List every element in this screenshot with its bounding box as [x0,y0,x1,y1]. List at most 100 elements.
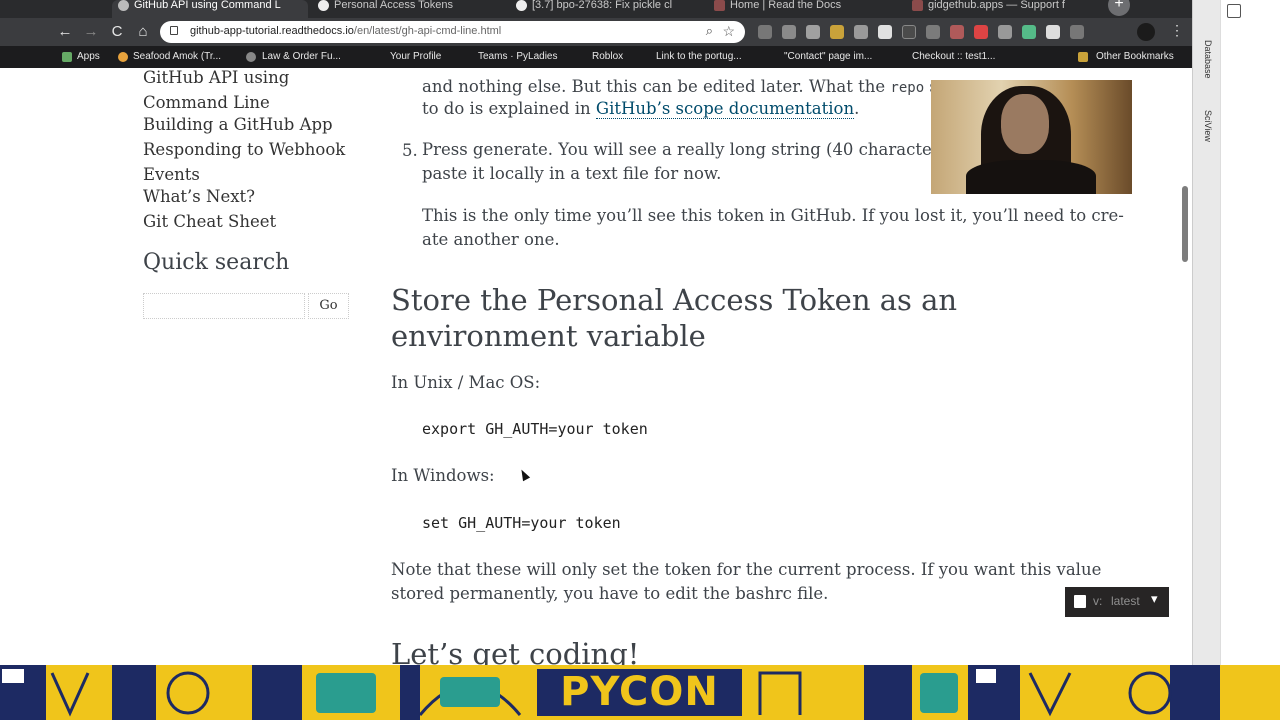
browser-toolbar: ← → C ⌂ github-app-tutorial.readthedocs.… [0,18,1192,46]
extension-icon[interactable] [782,25,796,39]
readthedocs-favicon-icon [714,0,725,11]
webcam-body [966,160,1096,194]
tab-personal-access-tokens[interactable]: Personal Access Tokens [312,0,508,18]
bookmark-checkout[interactable]: Checkout :: test1... [912,51,995,62]
quick-search-input[interactable] [143,293,305,319]
speaker-webcam-image [931,80,1132,194]
windows-label: In Windows: [391,466,495,485]
unix-code-block: export GH_AUTH=your token [422,420,648,438]
bookmark-portuguese-link[interactable]: Link to the portug... [656,51,742,62]
extension-icon[interactable] [830,25,844,39]
bookmark-seafood-amok[interactable]: Seafood Amok (Tr... [133,51,221,62]
nav-link-whats-next[interactable]: What’s Next? [143,187,255,206]
back-button[interactable]: ← [56,23,74,41]
extension-icon[interactable] [1070,25,1084,39]
tab-title: GitHub API using Command L [134,0,281,11]
extension-icon[interactable] [878,25,892,39]
step4-line1: and nothing else. But this can be edited… [422,77,977,96]
nav-link-github-api[interactable]: GitHub API using [143,68,289,87]
step5-number: 5. [402,141,418,160]
step5-line2: paste it locally in a text file for now. [422,164,722,183]
extension-icon[interactable] [1046,25,1060,39]
readthedocs-favicon-icon [912,0,923,11]
tab-gidgethub-apps[interactable]: gidgethub.apps — Support f [906,0,1102,18]
nav-link-building-github-app[interactable]: Building a GitHub App [143,115,333,134]
warning-line2: ate another one. [422,230,560,249]
bookmark-apps[interactable]: Apps [77,51,100,62]
unix-label: In Unix / Mac OS: [391,373,541,392]
github-favicon-icon [318,0,329,11]
page-scrollbar[interactable] [1182,186,1188,262]
bookmark-law-and-order[interactable]: Law & Order Fu... [262,51,341,62]
nav-link-responding-webhook[interactable]: Responding to Webhook [143,140,345,159]
bookmark-favicon-icon [118,52,128,62]
tab-read-the-docs[interactable]: Home | Read the Docs [708,0,904,18]
reload-button[interactable]: C [108,23,126,41]
bookmark-roblox[interactable]: Roblox [592,51,623,62]
extension-icon[interactable] [806,25,820,39]
lock-icon [170,26,178,35]
note-line2: stored permanently, you have to edit the… [391,584,829,603]
bookmark-star-icon[interactable]: ☆ [722,23,735,40]
tab-title: Home | Read the Docs [730,0,842,11]
forward-button[interactable]: → [82,23,100,41]
panel-toggle-icon[interactable] [1227,4,1241,18]
windows-code-block: set GH_AUTH=your token [422,514,621,532]
version-label: latest [1111,594,1140,608]
rtd-version-badge[interactable]: v: latest ▾ [1065,587,1169,617]
home-button[interactable]: ⌂ [134,23,152,41]
url-text: github-app-tutorial.readthedocs.io/en/la… [190,25,502,37]
caret-down-icon: ▾ [1151,591,1158,606]
folder-icon [1078,52,1088,62]
lets-get-coding-heading: Let’s get coding! [391,637,640,665]
quick-search-go-button[interactable]: Go [308,293,349,319]
section-heading-line2: environment variable [391,319,706,353]
bookmark-other-bookmarks[interactable]: Other Bookmarks [1096,51,1174,62]
tab-title: [3.7] bpo-27638: Fix pickle cl [532,0,673,11]
extension-icon[interactable] [926,25,940,39]
repo-code: repo [890,80,925,96]
book-icon [1074,595,1086,608]
tab-github-api[interactable]: GitHub API using Command L [112,0,308,18]
nav-link-command-line[interactable]: Command Line [143,93,270,112]
tab-bpo-pull-request[interactable]: [3.7] bpo-27638: Fix pickle cl [510,0,706,18]
extension-icon[interactable] [950,25,964,39]
zoom-icon[interactable]: ⌕ [706,23,713,39]
rss-extension-icon[interactable] [758,25,772,39]
quick-search-title: Quick search [143,250,290,275]
extension-icon[interactable] [974,25,988,39]
scope-docs-link[interactable]: GitHub’s scope documentation [595,99,855,119]
github-favicon-icon [516,0,527,11]
bookmark-teams-pyladies[interactable]: Teams · PyLadies [478,51,557,62]
webcam-face [1001,94,1049,154]
bookmark-your-profile[interactable]: Your Profile [390,51,441,62]
address-bar[interactable]: github-app-tutorial.readthedocs.io/en/la… [160,21,745,43]
extension-icon[interactable] [998,25,1012,39]
new-tab-button[interactable]: + [1108,0,1130,16]
profile-avatar[interactable] [1137,23,1155,41]
section-heading-line1: Store the Personal Access Token as an [391,283,958,317]
nav-link-git-cheat-sheet[interactable]: Git Cheat Sheet [143,212,276,231]
github-favicon-icon [118,0,129,11]
note-line1: Note that these will only set the token … [391,560,1102,579]
step4-line2: to do is explained in GitHub’s scope doc… [422,99,860,119]
bookmark-favicon-icon [246,52,256,62]
tab-title: Personal Access Tokens [334,0,454,11]
step5-line1: Press generate. You will see a really lo… [422,140,988,159]
ide-tool-strip: Database SciView [1192,0,1220,665]
nav-link-events[interactable]: Events [143,165,200,184]
extension-icon[interactable] [1022,25,1036,39]
bookmark-contact-page[interactable]: "Contact" page im... [784,51,872,62]
pycon-2020-logo: PYCON 2020 [537,669,742,720]
pycon-banner: PYCON 2020 [0,665,1280,720]
more-menu-icon[interactable]: ⋮ [1170,22,1184,39]
version-prefix: v: [1093,594,1103,608]
extension-icon[interactable] [902,25,916,39]
warning-line1: This is the only time you’ll see this to… [422,206,1124,225]
extension-icon[interactable] [854,25,868,39]
sciview-panel-tab[interactable]: SciView [1203,110,1213,142]
database-panel-tab[interactable]: Database [1203,40,1213,79]
tab-title: gidgethub.apps — Support f [928,0,1065,11]
apps-grid-icon [62,52,72,62]
tab-strip: GitHub API using Command L Personal Acce… [0,0,1192,18]
